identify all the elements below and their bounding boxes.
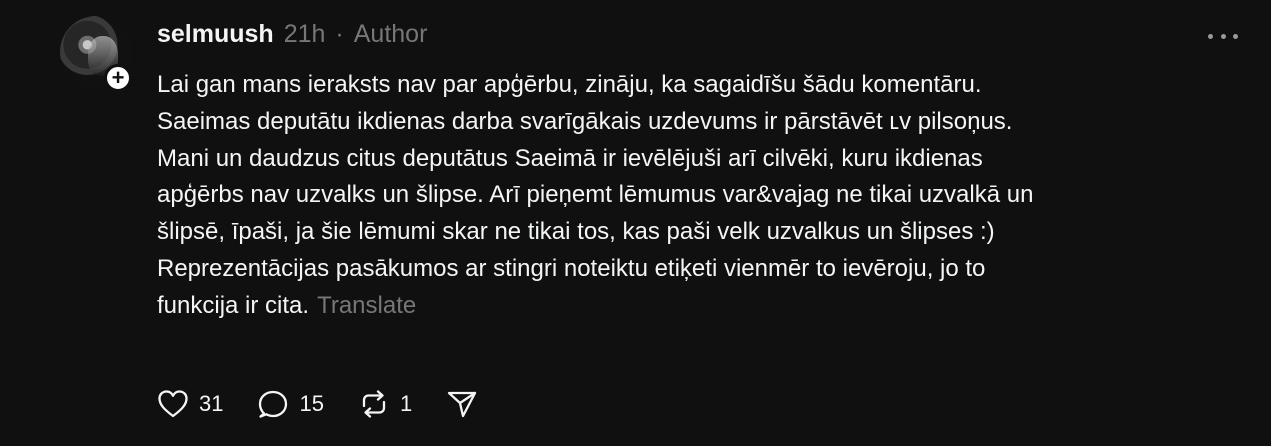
post-body-line: Lai gan mans ieraksts nav par apģērbu, z… bbox=[157, 71, 982, 98]
more-dot bbox=[1208, 33, 1213, 39]
post-header: selmuush 21h · Author bbox=[157, 20, 427, 54]
action-bar: 31 15 1 bbox=[157, 386, 478, 422]
post-body-line: funkcija ir cita. bbox=[157, 291, 310, 319]
post-body-line: šlipsē, īpaši, ja šie lēmumi skar ne tik… bbox=[157, 218, 995, 246]
repost-button[interactable]: 1 bbox=[358, 389, 412, 419]
more-options-icon[interactable] bbox=[1208, 22, 1238, 50]
header-separator: · bbox=[335, 20, 344, 48]
more-dot bbox=[1220, 33, 1226, 39]
like-count: 31 bbox=[199, 391, 224, 416]
repost-count: 1 bbox=[399, 391, 413, 416]
author-badge: Author bbox=[353, 20, 428, 48]
post-timestamp[interactable]: 21h bbox=[284, 20, 326, 49]
post-body-line: Saeimas deputātu ikdienas darba svarīgāk… bbox=[157, 107, 1013, 135]
post-body-last-line: funkcija ir cita. Translate bbox=[157, 288, 1247, 325]
post-body: Lai gan mans ieraksts nav par apģērbu, z… bbox=[157, 67, 1247, 325]
username-link[interactable]: selmuush bbox=[157, 20, 274, 49]
post-body-line: apģērbs nav uzvalks un šlipse. Arī pieņe… bbox=[157, 181, 1034, 209]
repost-icon bbox=[362, 390, 386, 418]
thread-post: + selmuush 21h · Author Lai gan mans ier… bbox=[0, 0, 1271, 446]
send-icon bbox=[448, 391, 477, 418]
follow-button[interactable]: + bbox=[104, 64, 132, 92]
like-button[interactable]: 31 bbox=[157, 389, 223, 419]
avatar-container[interactable]: + bbox=[60, 16, 132, 98]
reply-button[interactable]: 15 bbox=[257, 389, 324, 419]
share-button[interactable] bbox=[446, 389, 478, 419]
translate-link[interactable]: Translate bbox=[317, 292, 416, 319]
reply-count: 15 bbox=[299, 391, 324, 416]
post-body-line: Reprezentācijas pasākumos ar stingri not… bbox=[157, 254, 986, 282]
heart-icon bbox=[158, 390, 188, 418]
comment-icon bbox=[259, 390, 288, 418]
more-dot bbox=[1233, 33, 1238, 39]
post-body-line: Mani un daudzus citus deputātus Saeimā i… bbox=[157, 144, 983, 172]
